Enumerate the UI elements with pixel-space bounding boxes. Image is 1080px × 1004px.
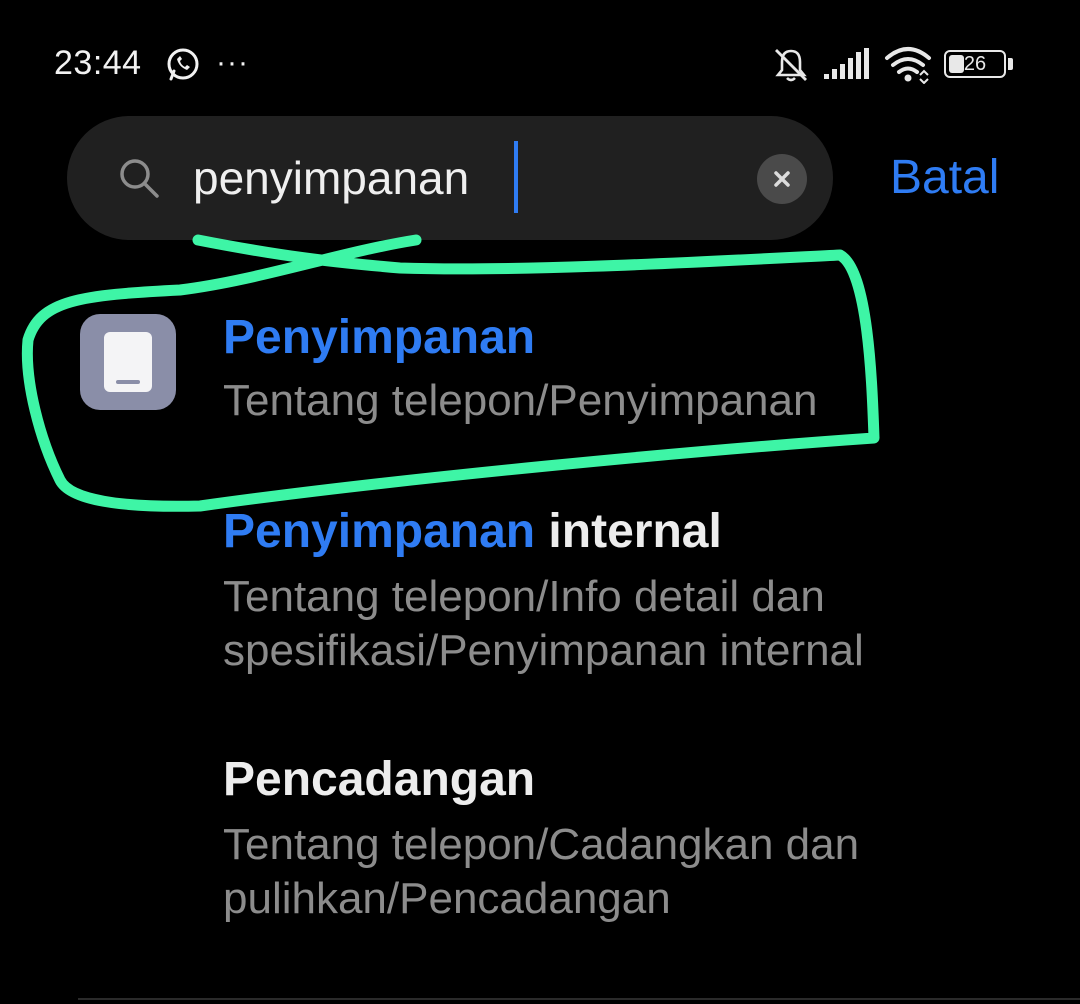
storage-icon bbox=[80, 314, 176, 410]
result-path: Tentang telepon/Penyimpanan bbox=[223, 376, 818, 425]
signal-icon bbox=[824, 48, 869, 79]
result-title: Penyimpanan internal bbox=[223, 504, 722, 559]
result-title-rest: internal bbox=[535, 505, 722, 558]
clear-search-button[interactable] bbox=[757, 154, 807, 204]
close-icon bbox=[774, 171, 790, 187]
result-path: Tentang telepon/Info detail dan spesifik… bbox=[223, 572, 864, 675]
battery-level-text: 26 bbox=[963, 53, 987, 75]
result-title-rest: Pencadangan bbox=[223, 753, 536, 806]
search-bar[interactable] bbox=[67, 116, 833, 240]
battery-icon: 26 bbox=[944, 50, 1006, 78]
status-bar: 23:44 ··· 26 bbox=[0, 0, 1080, 120]
mute-icon bbox=[775, 49, 807, 82]
result-title-highlight: Penyimpanan bbox=[223, 311, 536, 364]
more-icon: ··· bbox=[216, 46, 249, 79]
wifi-icon bbox=[885, 47, 931, 84]
whatsapp-icon bbox=[167, 48, 199, 81]
result-path: Tentang telepon/Cadangkan dan pulihkan/P… bbox=[223, 820, 860, 923]
text-cursor bbox=[514, 141, 518, 213]
status-time: 23:44 bbox=[54, 44, 142, 82]
search-input[interactable] bbox=[193, 146, 673, 210]
search-icon bbox=[120, 159, 159, 198]
divider bbox=[78, 998, 1080, 1000]
result-title-highlight: Penyimpanan bbox=[223, 505, 536, 558]
battery-tip bbox=[1008, 58, 1013, 70]
result-title: Pencadangan bbox=[223, 752, 535, 807]
cancel-button[interactable]: Batal bbox=[890, 150, 999, 205]
result-title: Penyimpanan bbox=[223, 310, 535, 365]
